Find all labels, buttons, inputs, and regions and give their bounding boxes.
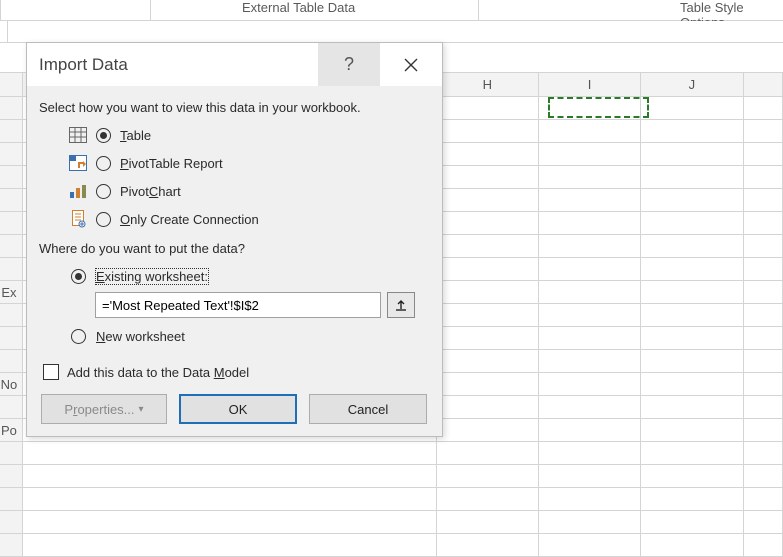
import-data-dialog: Import Data ? Select how you want to vie…	[26, 42, 443, 437]
row-header[interactable]: Po	[0, 419, 22, 442]
connection-icon	[69, 210, 87, 228]
column-header-next[interactable]	[743, 73, 782, 97]
checkbox-data-model-label: Add this data to the Data Model	[67, 365, 249, 380]
ok-button[interactable]: OK	[179, 394, 297, 424]
option-existing-worksheet-label: Existing worksheet:	[96, 269, 208, 284]
option-table[interactable]: Table	[69, 121, 428, 149]
radio-pivottable[interactable]	[96, 156, 111, 171]
dialog-title: Import Data	[27, 43, 318, 86]
properties-button[interactable]: Properties... ▾	[41, 394, 167, 424]
option-table-label: Table	[120, 128, 151, 143]
column-header-j[interactable]: J	[641, 73, 743, 97]
checkbox-data-model[interactable]	[43, 364, 59, 380]
cell-reference-input[interactable]	[95, 292, 381, 318]
dropdown-caret-icon: ▾	[139, 404, 144, 415]
view-section-label: Select how you want to view this data in…	[39, 100, 428, 115]
properties-button-label: Properties...	[64, 402, 134, 417]
pivotchart-icon	[69, 182, 87, 200]
dialog-titlebar: Import Data ?	[27, 43, 442, 86]
close-button[interactable]	[380, 43, 442, 86]
where-section-label: Where do you want to put the data?	[39, 241, 428, 256]
cancel-button[interactable]: Cancel	[309, 394, 427, 424]
radio-new-worksheet[interactable]	[71, 329, 86, 344]
option-pivottable-label: PivotTable Report	[120, 156, 223, 171]
close-icon	[404, 58, 418, 72]
option-pivottable[interactable]: PivotTable Report	[69, 149, 428, 177]
pivottable-icon	[69, 154, 87, 172]
ribbon-group-external-table-data: External Table Data	[242, 0, 355, 15]
collapse-icon	[395, 299, 407, 311]
row-header[interactable]: No	[0, 373, 22, 396]
option-only-connection-label: Only Create Connection	[120, 212, 259, 227]
radio-pivotchart[interactable]	[96, 184, 111, 199]
option-pivotchart-label: PivotChart	[120, 184, 181, 199]
option-new-worksheet[interactable]: New worksheet	[71, 322, 428, 350]
select-all-corner[interactable]	[0, 73, 22, 97]
collapse-dialog-button[interactable]	[387, 292, 415, 318]
option-pivotchart[interactable]: PivotChart	[69, 177, 428, 205]
formula-bar	[0, 21, 783, 43]
column-header-i[interactable]: I	[538, 73, 640, 97]
row-header[interactable]: Ex	[0, 281, 22, 304]
option-new-worksheet-label: New worksheet	[96, 329, 185, 344]
radio-existing-worksheet[interactable]	[71, 269, 86, 284]
ribbon-group-labels: External Table Data Table Style Options	[0, 0, 783, 21]
help-button[interactable]: ?	[318, 43, 380, 86]
table-icon	[69, 126, 87, 144]
option-existing-worksheet[interactable]: Existing worksheet:	[71, 262, 428, 290]
radio-table[interactable]	[96, 128, 111, 143]
column-header-h[interactable]: H	[436, 73, 538, 97]
radio-only-connection[interactable]	[96, 212, 111, 227]
add-to-data-model-row[interactable]: Add this data to the Data Model	[43, 364, 428, 380]
option-only-connection[interactable]: Only Create Connection	[69, 205, 428, 233]
